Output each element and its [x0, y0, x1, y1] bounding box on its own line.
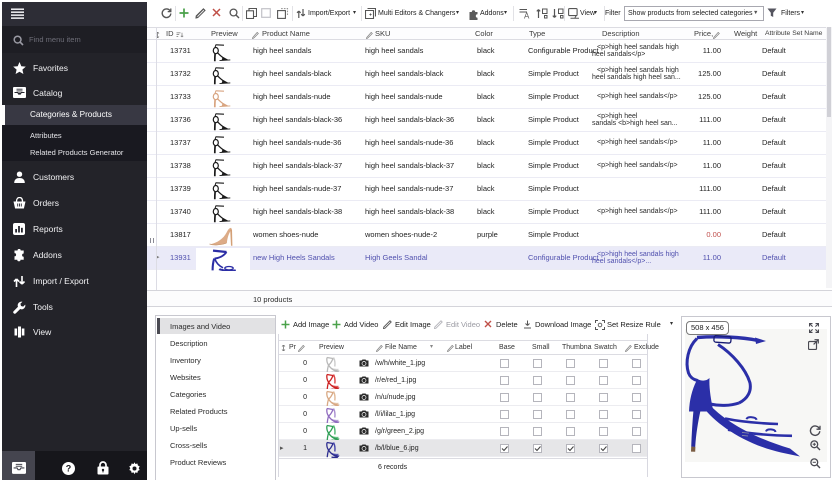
svg-text:?: ? [66, 464, 72, 474]
svg-text:A: A [524, 12, 530, 20]
